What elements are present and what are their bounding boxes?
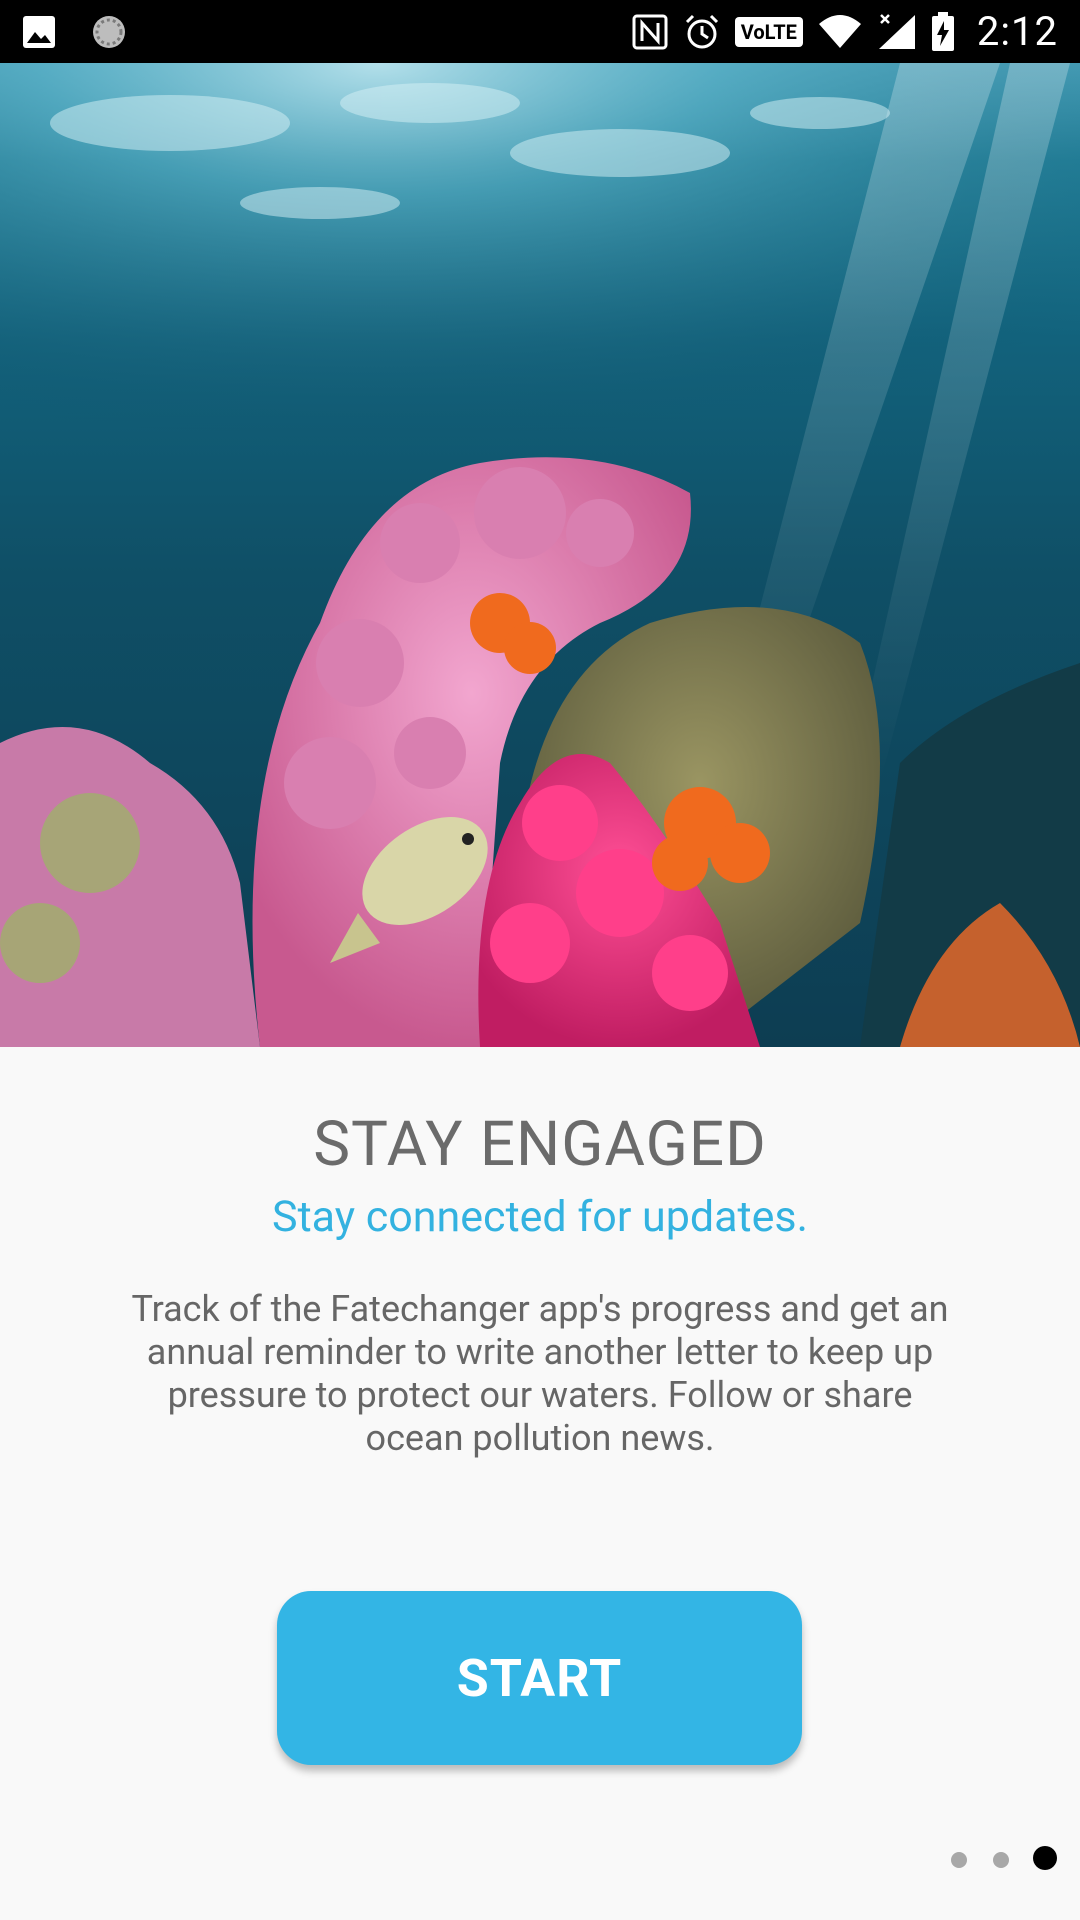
status-bar-right: VoLTE 2:12	[631, 8, 1058, 55]
page-dot-3-active[interactable]	[1033, 1846, 1057, 1870]
nfc-icon	[631, 13, 669, 51]
onboarding-subtitle: Stay connected for updates.	[272, 1192, 808, 1242]
alarm-icon	[683, 13, 721, 51]
signal-icon	[877, 13, 917, 51]
onboarding-title: STAY ENGAGED	[313, 1108, 767, 1181]
status-bar-left	[22, 13, 128, 51]
sync-icon	[90, 13, 128, 51]
status-time: 2:12	[976, 8, 1058, 55]
coral-reef-illustration	[0, 63, 1080, 1047]
volte-icon: VoLTE	[734, 16, 803, 47]
hero-image	[0, 63, 1080, 1047]
page-indicator	[0, 1844, 1080, 1874]
onboarding-description: Track of the Fatechanger app's progress …	[131, 1288, 949, 1459]
start-button[interactable]: START	[277, 1591, 802, 1765]
status-bar: VoLTE 2:12	[0, 0, 1080, 63]
wifi-icon	[817, 14, 863, 50]
battery-charging-icon	[931, 11, 955, 52]
page-dot-1[interactable]	[951, 1852, 967, 1868]
image-icon	[22, 15, 56, 49]
page-dot-2[interactable]	[993, 1852, 1009, 1868]
